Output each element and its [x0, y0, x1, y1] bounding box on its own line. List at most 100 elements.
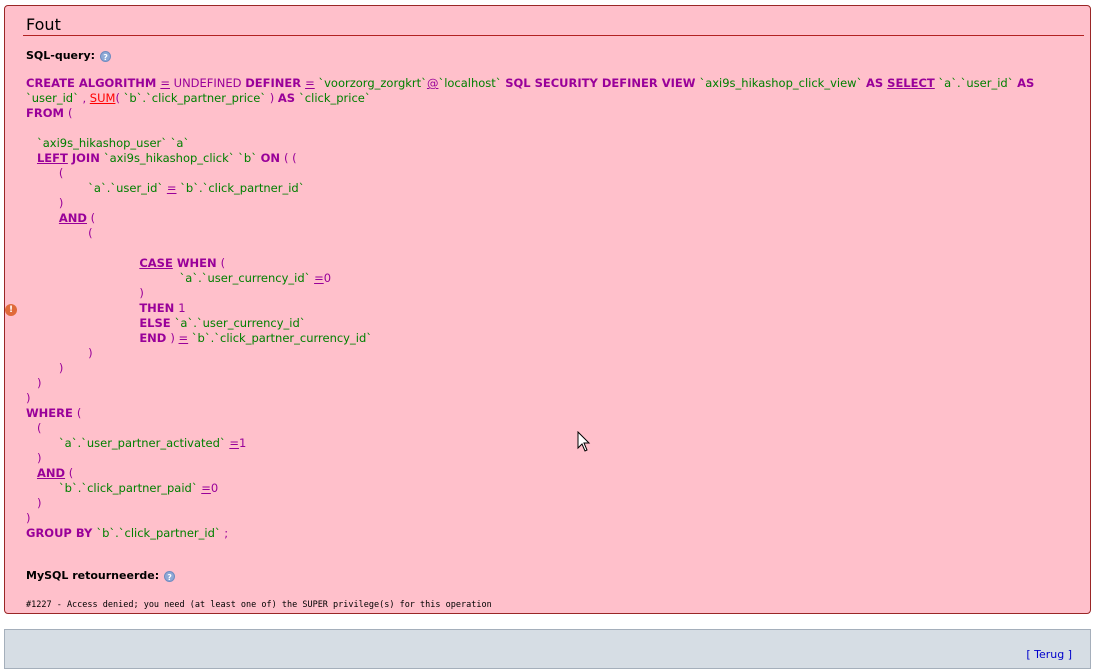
mysql-returned-label-text: MySQL retourneerde: — [26, 569, 160, 582]
error-panel: Fout SQL-query:? CREATE ALGORITHM = UNDE… — [4, 5, 1091, 614]
mysql-returned-label: MySQL retourneerde:? — [26, 569, 176, 582]
sql-line: THEN 1 — [26, 301, 1034, 316]
sql-token: ) — [26, 511, 31, 525]
sql-token: ( ( — [284, 151, 297, 165]
sql-token: ( — [86, 211, 96, 225]
sql-token: 0 — [323, 271, 332, 285]
sql-token: ( — [115, 91, 124, 105]
sql-token: = — [178, 331, 189, 345]
sql-token: AND — [36, 466, 66, 480]
sql-token: `click_price` — [299, 91, 371, 105]
sql-line: ) — [26, 286, 1034, 301]
sql-token: = — [305, 76, 315, 90]
sql-token: `a`.`user_id` — [934, 76, 1018, 90]
sql-token: WHERE — [26, 406, 77, 420]
error-title: Fout — [26, 15, 61, 34]
sql-token: 1 — [178, 301, 186, 315]
sql-token: `voorzorg_zorgkrt` — [314, 76, 427, 90]
sql-line: ELSE `a`.`user_currency_id` — [26, 316, 1034, 331]
sql-line: ( — [26, 226, 1034, 241]
sql-token: , — [82, 91, 90, 105]
sql-token: SQL SECURITY DEFINER VIEW — [505, 76, 700, 90]
sql-token: `a`.`user_id` — [26, 181, 167, 195]
sql-token: ( — [76, 406, 82, 420]
sql-token: = — [314, 271, 324, 285]
sql-line: AND ( — [26, 466, 1034, 481]
sql-token: ) — [26, 196, 64, 210]
sql-line: WHERE ( — [26, 406, 1034, 421]
help-icon[interactable]: ? — [164, 571, 176, 582]
sql-token: `axi9s_hikashop_user` `a` — [26, 136, 190, 150]
sql-token: ) — [26, 361, 64, 375]
sql-line: ) — [26, 511, 1034, 526]
sql-line: ( — [26, 166, 1034, 181]
sql-token: ( — [220, 256, 226, 270]
sql-line: ) — [26, 496, 1034, 511]
sql-token: `b`.`click_partner_paid` — [26, 481, 202, 495]
title-divider — [23, 35, 1084, 36]
sql-query-label-text: SQL-query: — [26, 49, 96, 62]
sql-line: ( — [26, 421, 1034, 436]
sql-token: `localhost` — [438, 76, 506, 90]
sql-line — [26, 121, 1034, 136]
sql-line: ) — [26, 196, 1034, 211]
sql-line: AND ( — [26, 211, 1034, 226]
sql-line: `axi9s_hikashop_user` `a` — [26, 136, 1034, 151]
sql-token: ( — [26, 226, 93, 240]
sql-token: AS — [277, 91, 300, 105]
sql-query-code: CREATE ALGORITHM = UNDEFINED DEFINER = `… — [26, 76, 1034, 541]
sql-line: `user_id` , SUM( `b`.`click_partner_pric… — [26, 91, 1034, 106]
sql-token: CASE — [139, 256, 173, 270]
sql-line: `a`.`user_currency_id` =0 — [26, 271, 1034, 286]
sql-token: ) — [26, 391, 31, 405]
sql-token: = — [229, 436, 239, 450]
sql-line: ) — [26, 451, 1034, 466]
sql-token: = — [201, 481, 211, 495]
sql-line: FROM ( — [26, 106, 1034, 121]
sql-token: `b`.`click_partner_id` — [176, 181, 305, 195]
sql-token: THEN — [139, 301, 179, 315]
sql-token: `b`.`click_partner_currency_id` — [188, 331, 372, 345]
sql-token: SELECT — [887, 76, 935, 90]
sql-token: = — [160, 76, 170, 90]
sql-token: `b`.`click_partner_id` — [96, 526, 225, 540]
bottom-bar: [ Terug ] — [4, 629, 1091, 669]
sql-token: ) — [26, 451, 42, 465]
sql-token: AS — [865, 76, 888, 90]
sql-token: ELSE — [139, 316, 175, 330]
sql-token: JOIN — [67, 151, 104, 165]
sql-line: `b`.`click_partner_paid` =0 — [26, 481, 1034, 496]
sql-token: ) — [26, 346, 93, 360]
sql-token: UNDEFINED — [170, 76, 246, 90]
sql-token: `user_id` — [26, 91, 83, 105]
sql-token: AND — [58, 211, 87, 225]
sql-line: `a`.`user_partner_activated` =1 — [26, 436, 1034, 451]
sql-token: ( — [26, 421, 42, 435]
sql-token: AS — [1017, 76, 1035, 90]
sql-line: END ) = `b`.`click_partner_currency_id` — [26, 331, 1034, 346]
sql-token: ) — [269, 91, 278, 105]
sql-token: DEFINER — [245, 76, 306, 90]
mouse-pointer-icon — [577, 431, 591, 452]
sql-token: END — [139, 331, 171, 345]
sql-token: GROUP BY — [26, 526, 97, 540]
help-icon[interactable]: ? — [100, 51, 112, 62]
sql-token: `b`.`click_partner_price` — [123, 91, 270, 105]
sql-token: `a`.`user_currency_id` — [26, 271, 315, 285]
sql-token: ; — [224, 526, 229, 540]
sql-token: `a`.`user_currency_id` — [174, 316, 306, 330]
sql-token: `axi9s_hikashop_click_view` — [699, 76, 866, 90]
sql-line: LEFT JOIN `axi9s_hikashop_click` `b` ON … — [26, 151, 1034, 166]
sql-line: ) — [26, 346, 1034, 361]
sql-line: CREATE ALGORITHM = UNDEFINED DEFINER = `… — [26, 76, 1034, 91]
sql-token: 0 — [210, 481, 219, 495]
sql-token: SUM — [89, 91, 116, 105]
sql-line: ) — [26, 391, 1034, 406]
